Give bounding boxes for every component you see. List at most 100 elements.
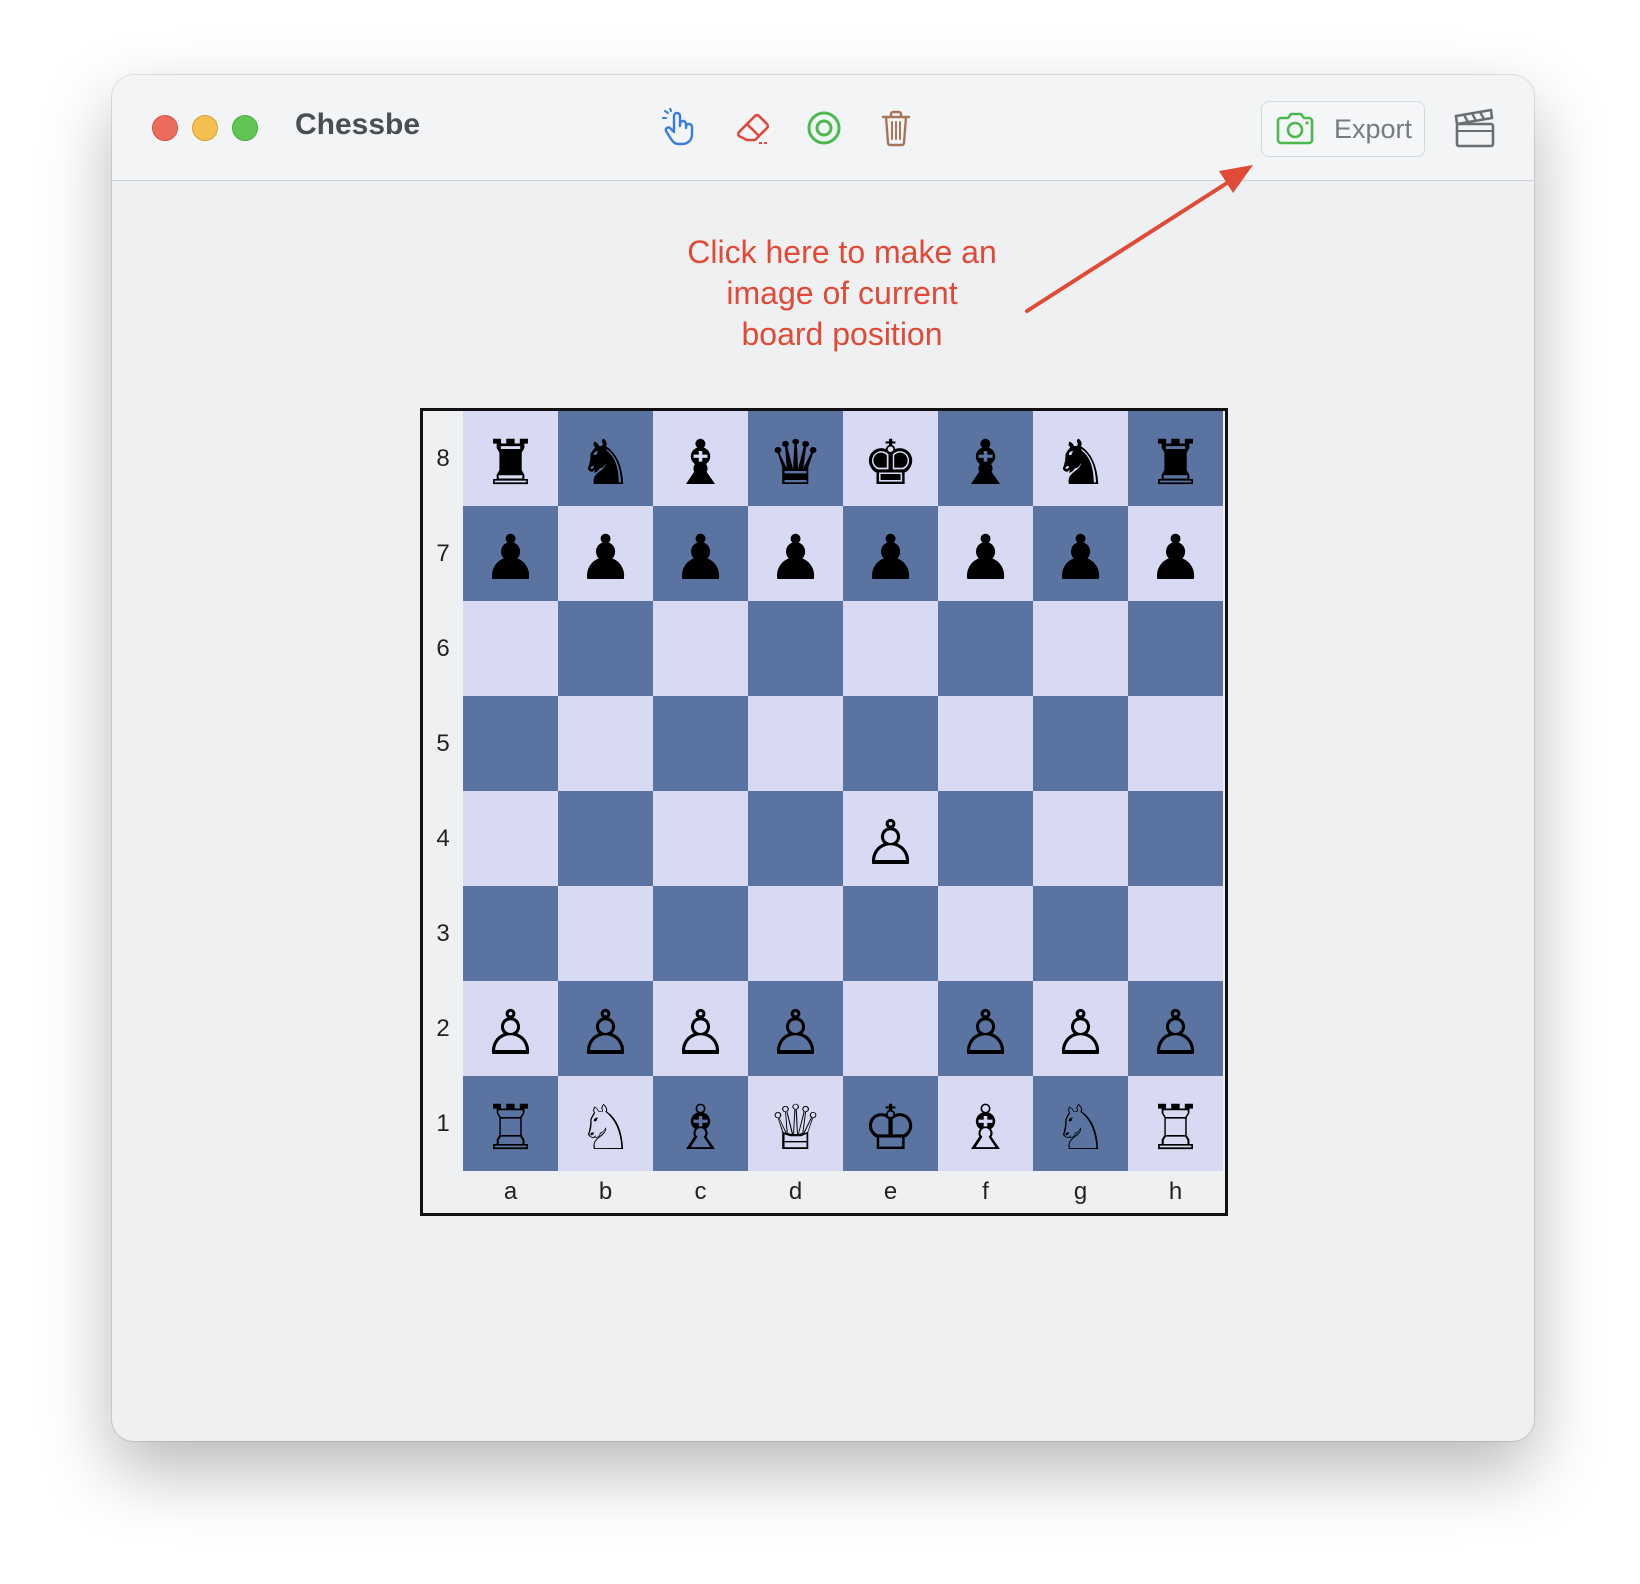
square-b8[interactable]: ♞ [558, 411, 653, 506]
square-c1[interactable]: ♗ [653, 1076, 748, 1171]
square-d4[interactable] [748, 791, 843, 886]
square-h2[interactable]: ♙ [1128, 981, 1223, 1076]
eraser-tool-button[interactable] [730, 105, 776, 151]
chess-piece[interactable]: ♘ [1053, 1096, 1109, 1159]
square-c5[interactable] [653, 696, 748, 791]
chess-piece[interactable]: ♖ [1148, 1096, 1204, 1159]
zoom-window-button[interactable] [232, 115, 258, 141]
chess-piece[interactable]: ♘ [578, 1096, 634, 1159]
square-b6[interactable] [558, 601, 653, 696]
square-h8[interactable]: ♜ [1128, 411, 1223, 506]
square-d6[interactable] [748, 601, 843, 696]
square-a4[interactable] [463, 791, 558, 886]
square-c8[interactable]: ♝ [653, 411, 748, 506]
square-e5[interactable] [843, 696, 938, 791]
chess-piece[interactable]: ♟ [863, 526, 919, 589]
square-d7[interactable]: ♟ [748, 506, 843, 601]
chess-piece[interactable]: ♙ [1053, 1001, 1109, 1064]
square-h1[interactable]: ♖ [1128, 1076, 1223, 1171]
chess-piece[interactable]: ♟ [483, 526, 539, 589]
square-b3[interactable] [558, 886, 653, 981]
square-g7[interactable]: ♟ [1033, 506, 1128, 601]
square-h4[interactable] [1128, 791, 1223, 886]
square-f6[interactable] [938, 601, 1033, 696]
square-e6[interactable] [843, 601, 938, 696]
square-a5[interactable] [463, 696, 558, 791]
square-b5[interactable] [558, 696, 653, 791]
highlight-tool-button[interactable] [801, 105, 847, 151]
square-c7[interactable]: ♟ [653, 506, 748, 601]
square-a6[interactable] [463, 601, 558, 696]
square-f1[interactable]: ♗ [938, 1076, 1033, 1171]
square-d5[interactable] [748, 696, 843, 791]
chess-piece[interactable]: ♔ [863, 1096, 919, 1159]
square-g6[interactable] [1033, 601, 1128, 696]
animation-button[interactable] [1452, 105, 1498, 151]
square-d3[interactable] [748, 886, 843, 981]
square-c3[interactable] [653, 886, 748, 981]
square-f8[interactable]: ♝ [938, 411, 1033, 506]
square-h5[interactable] [1128, 696, 1223, 791]
square-a7[interactable]: ♟ [463, 506, 558, 601]
close-window-button[interactable] [152, 115, 178, 141]
square-c4[interactable] [653, 791, 748, 886]
chess-piece[interactable]: ♛ [768, 431, 824, 494]
square-g2[interactable]: ♙ [1033, 981, 1128, 1076]
chess-piece[interactable]: ♟ [578, 526, 634, 589]
chess-piece[interactable]: ♚ [863, 431, 919, 494]
square-g5[interactable] [1033, 696, 1128, 791]
chess-piece[interactable]: ♟ [768, 526, 824, 589]
chess-piece[interactable]: ♗ [958, 1096, 1014, 1159]
square-f5[interactable] [938, 696, 1033, 791]
export-button[interactable]: Export [1261, 101, 1425, 157]
square-b4[interactable] [558, 791, 653, 886]
chess-piece[interactable]: ♖ [483, 1096, 539, 1159]
clear-board-button[interactable] [873, 105, 919, 151]
chess-piece[interactable]: ♙ [768, 1001, 824, 1064]
square-g1[interactable]: ♘ [1033, 1076, 1128, 1171]
minimize-window-button[interactable] [192, 115, 218, 141]
chess-piece[interactable]: ♟ [958, 526, 1014, 589]
move-tool-button[interactable] [657, 105, 703, 151]
square-d2[interactable]: ♙ [748, 981, 843, 1076]
square-b7[interactable]: ♟ [558, 506, 653, 601]
square-a8[interactable]: ♜ [463, 411, 558, 506]
square-h7[interactable]: ♟ [1128, 506, 1223, 601]
chess-piece[interactable]: ♟ [673, 526, 729, 589]
chess-piece[interactable]: ♙ [863, 811, 919, 874]
square-h3[interactable] [1128, 886, 1223, 981]
square-h6[interactable] [1128, 601, 1223, 696]
square-g3[interactable] [1033, 886, 1128, 981]
square-f7[interactable]: ♟ [938, 506, 1033, 601]
square-f3[interactable] [938, 886, 1033, 981]
chess-piece[interactable]: ♝ [958, 431, 1014, 494]
chess-piece[interactable]: ♟ [1148, 526, 1204, 589]
chess-piece[interactable]: ♕ [768, 1096, 824, 1159]
square-c6[interactable] [653, 601, 748, 696]
square-e3[interactable] [843, 886, 938, 981]
chess-piece[interactable]: ♜ [1148, 431, 1204, 494]
chess-piece[interactable]: ♜ [483, 431, 539, 494]
chess-piece[interactable]: ♗ [673, 1096, 729, 1159]
square-b2[interactable]: ♙ [558, 981, 653, 1076]
chess-piece[interactable]: ♞ [578, 431, 634, 494]
square-e1[interactable]: ♔ [843, 1076, 938, 1171]
square-g8[interactable]: ♞ [1033, 411, 1128, 506]
square-f4[interactable] [938, 791, 1033, 886]
square-d8[interactable]: ♛ [748, 411, 843, 506]
square-a3[interactable] [463, 886, 558, 981]
chess-piece[interactable]: ♙ [483, 1001, 539, 1064]
square-e4[interactable]: ♙ [843, 791, 938, 886]
square-a1[interactable]: ♖ [463, 1076, 558, 1171]
square-e7[interactable]: ♟ [843, 506, 938, 601]
chess-piece[interactable]: ♙ [578, 1001, 634, 1064]
square-g4[interactable] [1033, 791, 1128, 886]
chess-piece[interactable]: ♙ [673, 1001, 729, 1064]
chess-piece[interactable]: ♞ [1053, 431, 1109, 494]
square-e2[interactable] [843, 981, 938, 1076]
square-a2[interactable]: ♙ [463, 981, 558, 1076]
chess-piece[interactable]: ♟ [1053, 526, 1109, 589]
chess-piece[interactable]: ♙ [1148, 1001, 1204, 1064]
square-e8[interactable]: ♚ [843, 411, 938, 506]
chess-piece[interactable]: ♙ [958, 1001, 1014, 1064]
